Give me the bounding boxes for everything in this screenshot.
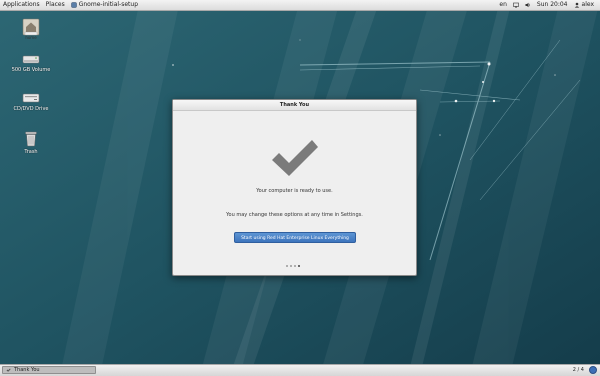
applications-menu[interactable]: Applications [3,0,40,10]
page-indicator [286,265,300,267]
network-icon[interactable] [513,2,519,8]
page-dot-3 [294,265,296,267]
top-panel-left: Applications Places Gnome-initial-setup [3,0,138,10]
top-panel: Applications Places Gnome-initial-setup … [0,0,600,11]
cdrom-label: CD/DVD Drive [13,106,49,112]
page-dot-2 [290,265,292,267]
desktop-icon-cdrom[interactable]: CD/DVD Drive [10,92,52,112]
page-dot-4 [298,265,300,267]
hard-drive-icon [22,55,40,64]
top-panel-right: en Sun 20:04 alex [499,0,594,10]
bottom-panel: Thank You 2 / 4 [0,364,600,376]
taskbar-item-thank-you[interactable]: Thank You [2,366,96,374]
desktop-icon-trash[interactable]: Trash [10,131,52,155]
user-menu[interactable]: alex [574,0,594,10]
trash-label: Trash [24,149,38,155]
user-name: alex [581,1,594,8]
dialog-title: Thank You [173,100,416,111]
home-folder-icon [22,18,40,36]
change-options-message: You may change these options at any time… [226,212,363,218]
places-menu[interactable]: Places [46,0,65,10]
volume-icon[interactable] [525,2,531,8]
notification-icon[interactable] [589,366,597,374]
app-icon [70,2,77,8]
desktop-icon-volume[interactable]: 500 GB Volume [10,53,52,73]
volume-label: 500 GB Volume [11,67,51,73]
active-app-label: Gnome-initial-setup [78,1,139,8]
ready-message: Your computer is ready to use. [256,188,333,194]
trash-icon [25,131,37,147]
workspace-indicator[interactable]: 2 / 4 [573,367,584,373]
page-dot-1 [286,265,288,267]
setup-dialog: Thank You Your computer is ready to use.… [172,99,417,276]
window-icon [6,368,11,372]
active-app-menu[interactable]: Gnome-initial-setup [70,0,139,10]
clock[interactable]: Sun 20:04 [537,0,568,10]
start-using-button[interactable]: Start using Red Hat Enterprise Linux Eve… [234,232,356,243]
checkmark-icon [272,140,318,176]
desktop-icon-home[interactable]: home [10,17,52,40]
user-icon [574,2,579,8]
taskbar-item-label: Thank You [14,367,40,373]
keyboard-layout-indicator[interactable]: en [499,0,507,10]
optical-drive-icon [22,93,40,103]
home-label: home [25,35,37,40]
